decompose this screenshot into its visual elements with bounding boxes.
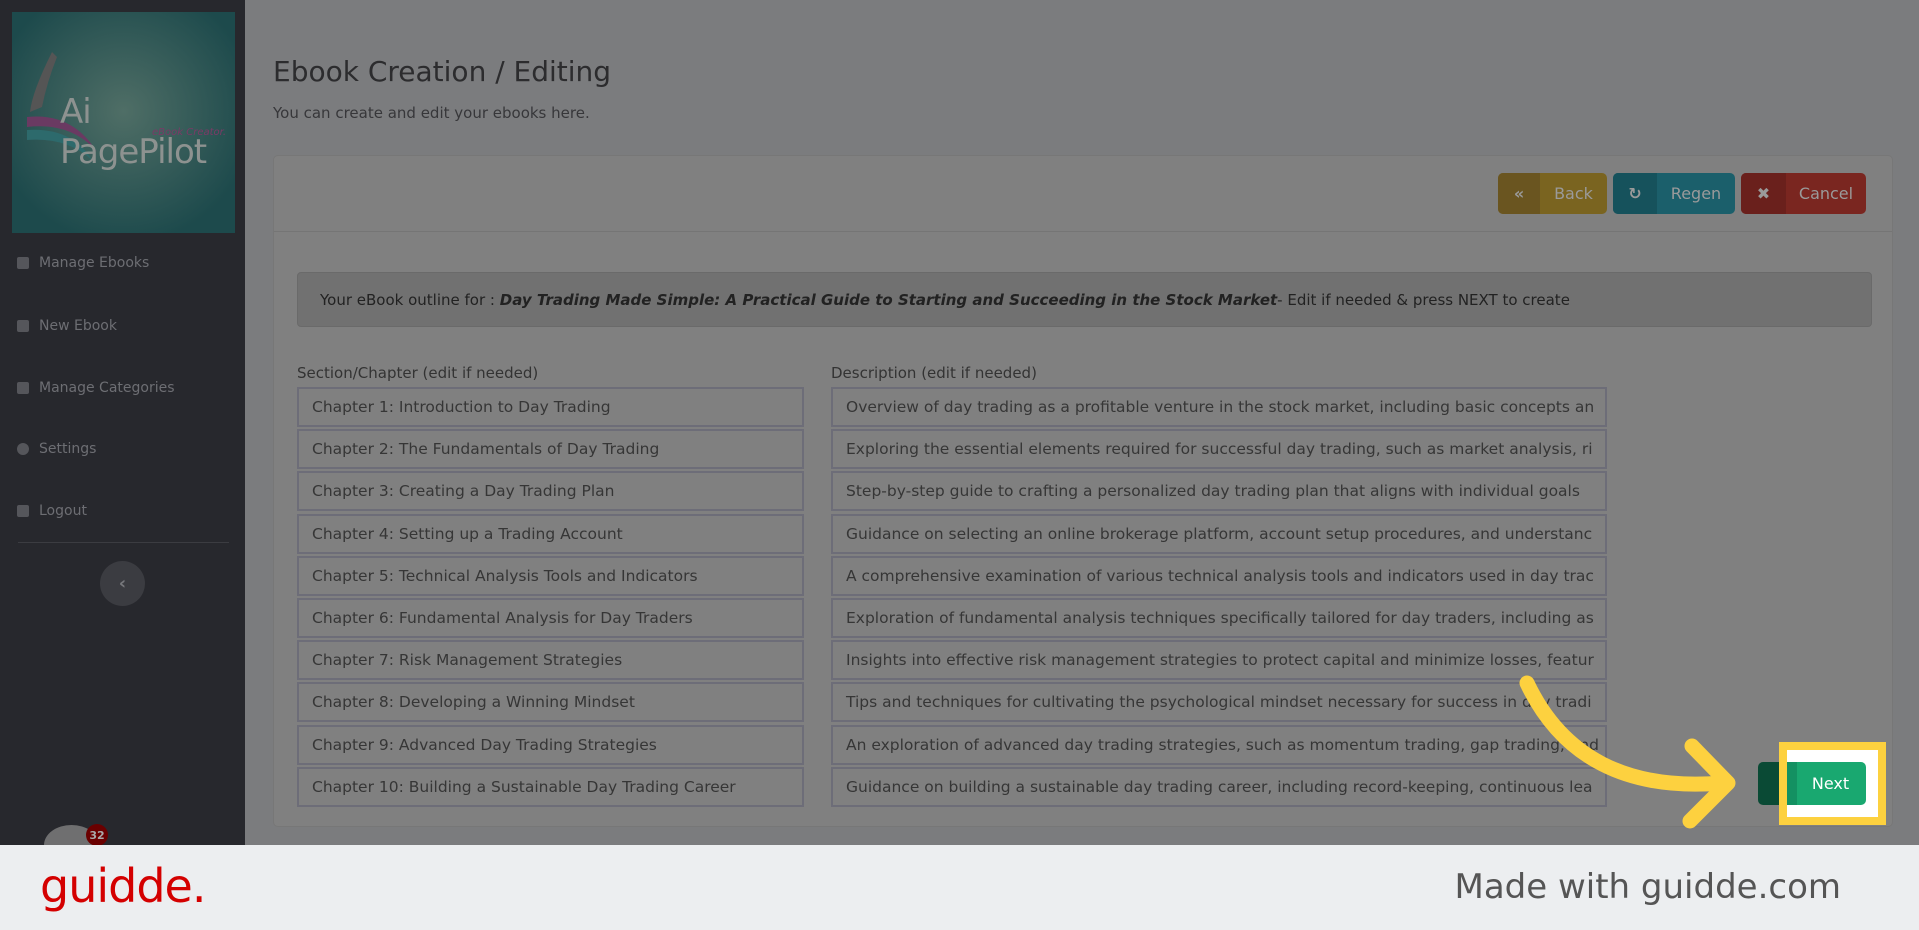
sidebar-item-manage-categories[interactable]: Manage Categories <box>17 380 175 396</box>
outline-card: « Back ↻ Regen ✖ Cancel Your eBook outline … <box>273 155 1893 827</box>
sidebar-item-new-ebook[interactable]: New Ebook <box>17 318 117 334</box>
alert-prefix: Your eBook outline for : <box>320 290 495 309</box>
chapter-description-input[interactable]: Overview of day trading as a profitable … <box>831 387 1607 427</box>
chapter-title-input[interactable]: Chapter 6: Fundamental Analysis for Day … <box>297 598 804 638</box>
regen-button[interactable]: ↻ Regen <box>1613 173 1735 214</box>
clipboard-icon <box>17 257 29 269</box>
sidebar-item-settings[interactable]: Settings <box>17 441 96 457</box>
back-label: Back <box>1554 184 1593 203</box>
chapter-description-input[interactable]: Exploration of fundamental analysis tech… <box>831 598 1607 638</box>
logo-subtitle: eBook Creator. <box>152 127 227 138</box>
chapter-description-input[interactable]: Guidance on selecting an online brokerag… <box>831 513 1607 554</box>
chapter-description-input[interactable]: Insights into effective risk management … <box>831 640 1607 681</box>
sidebar-item-manage-ebooks[interactable]: Manage Ebooks <box>17 255 149 271</box>
chapter-title-input[interactable]: Chapter 8: Developing a Winning Mindset <box>297 682 804 723</box>
chapter-description-input[interactable]: Step-by-step guide to crafting a persona… <box>831 471 1607 512</box>
made-with-text: Made with guidde.com <box>1454 867 1841 907</box>
folder-plus-icon <box>17 382 29 394</box>
chapter-title-input[interactable]: Chapter 5: Technical Analysis Tools and … <box>297 555 804 596</box>
chapter-description-input[interactable]: Exploring the essential elements require… <box>831 429 1607 470</box>
back-button[interactable]: « Back <box>1498 173 1607 214</box>
guidde-logo: guidde. <box>40 859 206 913</box>
app-logo[interactable]: Ai PagePilot eBook Creator. <box>12 12 235 233</box>
notification-badge: 32 <box>86 824 108 846</box>
chapter-title-input[interactable]: Chapter 10: Building a Sustainable Day T… <box>297 766 804 807</box>
sidebar-item-label: New Ebook <box>39 318 117 334</box>
sidebar-divider <box>18 542 229 543</box>
sign-out-icon <box>17 505 29 517</box>
book-icon <box>17 320 29 332</box>
chapter-description-input[interactable]: An exploration of advanced day trading s… <box>831 724 1607 765</box>
cancel-label: Cancel <box>1798 184 1854 203</box>
cancel-button[interactable]: ✖ Cancel <box>1741 173 1866 214</box>
gear-icon <box>17 443 29 455</box>
alert-suffix: - Edit if needed & press NEXT to create <box>1277 290 1570 309</box>
chapter-title-input[interactable]: Chapter 2: The Fundamentals of Day Tradi… <box>297 429 804 470</box>
footer: guidde. Made with guidde.com <box>0 845 1919 930</box>
chapter-column-label: Section/Chapter (edit if needed) <box>297 364 539 382</box>
chapter-title-input[interactable]: Chapter 3: Creating a Day Trading Plan <box>297 471 804 512</box>
collapse-sidebar-button[interactable]: ‹ <box>100 561 145 606</box>
chapter-title-input[interactable]: Chapter 4: Setting up a Trading Account <box>297 513 804 554</box>
refresh-icon: ↻ <box>1613 173 1657 214</box>
chapter-title-input[interactable]: Chapter 1: Introduction to Day Trading <box>297 387 804 427</box>
sidebar-item-logout[interactable]: Logout <box>17 503 87 519</box>
page-title: Ebook Creation / Editing <box>273 55 612 88</box>
sidebar-item-label: Manage Categories <box>39 380 175 396</box>
card-header: « Back ↻ Regen ✖ Cancel <box>274 156 1892 232</box>
description-column-label: Description (edit if needed) <box>831 364 1037 382</box>
sidebar-item-label: Settings <box>39 441 97 457</box>
book-title: Day Trading Made Simple: A Practical Gui… <box>499 290 1278 309</box>
chapter-title-input[interactable]: Chapter 9: Advanced Day Trading Strategi… <box>297 724 804 765</box>
chapter-title-input[interactable]: Chapter 7: Risk Management Strategies <box>297 640 804 681</box>
sidebar: Ai PagePilot eBook Creator. Manage Ebook… <box>0 0 245 865</box>
regen-label: Regen <box>1670 184 1722 203</box>
chapter-description-input[interactable]: A comprehensive examination of various t… <box>831 555 1607 596</box>
next-label: Next <box>1811 774 1850 793</box>
next-button[interactable]: Next <box>1787 762 1866 805</box>
chapter-description-input[interactable]: Guidance on building a sustainable day t… <box>831 766 1607 807</box>
page-subtitle: You can create and edit your ebooks here… <box>273 104 590 122</box>
sidebar-item-label: Manage Ebooks <box>39 255 150 271</box>
close-icon: ✖ <box>1741 173 1786 214</box>
chapter-description-input[interactable]: Tips and techniques for cultivating the … <box>831 682 1607 723</box>
double-chevron-left-icon: « <box>1498 173 1540 214</box>
outline-alert: Your eBook outline for : Day Trading Mad… <box>297 272 1872 327</box>
sidebar-item-label: Logout <box>39 503 87 519</box>
chevron-left-icon: ‹ <box>118 573 127 594</box>
